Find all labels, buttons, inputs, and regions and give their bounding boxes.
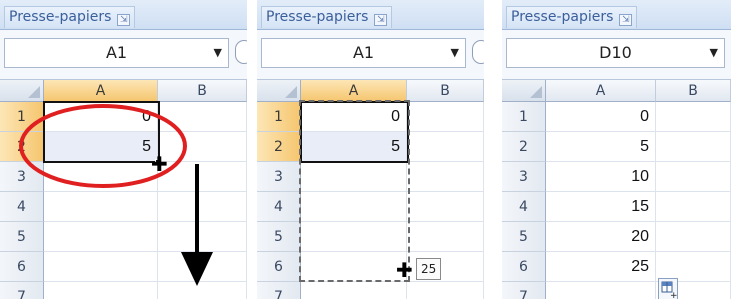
row-header-6[interactable]: 6 <box>257 252 301 282</box>
fill-value-tooltip: 25 <box>416 258 442 280</box>
svg-text:+: + <box>670 291 677 299</box>
cell-b5[interactable] <box>407 222 484 252</box>
row-header-1[interactable]: 1 <box>502 102 546 132</box>
excel-panel-dragging: Presse-papiers ⇲ A1 ▼ A B 1 2 3 4 5 6 7 0… <box>257 0 484 299</box>
row-header-4[interactable]: 4 <box>257 192 301 222</box>
chevron-down-icon[interactable]: ▼ <box>451 39 459 67</box>
row-header-3[interactable]: 3 <box>257 162 301 192</box>
worksheet-grid[interactable]: A B 1 2 3 4 5 6 7 0 5 ✚ 25 <box>257 80 484 299</box>
cell-b2[interactable] <box>656 132 731 162</box>
name-box-value: A1 <box>352 43 375 62</box>
formula-bar-row: A1 ▼ <box>257 30 484 80</box>
cell-a2[interactable]: 5 <box>546 132 656 162</box>
clipboard-group: Presse-papiers ⇲ <box>257 0 484 30</box>
red-circle-annotation <box>19 104 187 188</box>
row-header-2[interactable]: 2 <box>502 132 546 162</box>
formula-bar-edge[interactable] <box>472 40 484 64</box>
name-box[interactable]: D10 ▼ <box>506 38 725 68</box>
annotation-overlay <box>19 104 213 286</box>
row-header-2[interactable]: 2 <box>257 132 301 162</box>
column-header-a[interactable]: A <box>301 80 407 102</box>
clipboard-group: Presse-papiers ⇲ <box>502 0 731 30</box>
cell-b3[interactable] <box>656 162 731 192</box>
clipboard-group-tab[interactable]: Presse-papiers ⇲ <box>261 6 393 28</box>
worksheet-grid[interactable]: A B 1 2 3 4 5 6 7 0 5 10 15 20 25 + <box>502 80 731 299</box>
name-box[interactable]: A1 ▼ <box>261 38 466 68</box>
down-arrow-head-icon <box>181 252 213 286</box>
cell-a5[interactable]: 20 <box>546 222 656 252</box>
column-header-b[interactable]: B <box>656 80 731 102</box>
cell-b1[interactable] <box>407 102 484 132</box>
cell-b5[interactable] <box>656 222 731 252</box>
clipboard-label: Presse-papiers <box>266 9 369 25</box>
cell-b2[interactable] <box>407 132 484 162</box>
row-header-4[interactable]: 4 <box>502 192 546 222</box>
row-header-3[interactable]: 3 <box>502 162 546 192</box>
dialog-launcher-icon[interactable]: ⇲ <box>374 14 388 26</box>
fill-plus-cursor-icon: ✚ <box>396 258 413 282</box>
column-header-b[interactable]: B <box>407 80 484 102</box>
excel-panel-before-drag: Presse-papiers ⇲ A1 ▼ A B 1 2 3 4 5 6 7 0… <box>0 0 247 299</box>
select-all-corner[interactable] <box>257 80 301 102</box>
cell-a3[interactable]: 10 <box>546 162 656 192</box>
cell-a7[interactable] <box>301 282 407 299</box>
cell-b7[interactable] <box>407 282 484 299</box>
row-header-1[interactable]: 1 <box>257 102 301 132</box>
cell-b3[interactable] <box>407 162 484 192</box>
row-header-7[interactable]: 7 <box>502 282 546 299</box>
clipboard-group-tab[interactable]: Presse-papiers ⇲ <box>506 6 638 28</box>
cell-b4[interactable] <box>656 192 731 222</box>
row-header-6[interactable]: 6 <box>502 252 546 282</box>
autofill-options-icon[interactable]: + <box>658 278 678 299</box>
row-header-5[interactable]: 5 <box>257 222 301 252</box>
column-header-a[interactable]: A <box>546 80 656 102</box>
cell-a1[interactable]: 0 <box>546 102 656 132</box>
select-all-corner[interactable] <box>502 80 546 102</box>
cell-b1[interactable] <box>656 102 731 132</box>
clipboard-label: Presse-papiers <box>511 9 614 25</box>
fill-preview-range <box>299 100 410 282</box>
row-header-5[interactable]: 5 <box>502 222 546 252</box>
name-box-value: D10 <box>599 43 632 62</box>
cell-a7[interactable] <box>546 282 656 299</box>
dialog-launcher-icon[interactable]: ⇲ <box>619 14 633 26</box>
chevron-down-icon[interactable]: ▼ <box>710 39 718 67</box>
cell-a6[interactable]: 25 <box>546 252 656 282</box>
cell-b4[interactable] <box>407 192 484 222</box>
row-header-7[interactable]: 7 <box>257 282 301 299</box>
cell-a4[interactable]: 15 <box>546 192 656 222</box>
excel-panel-after-fill: Presse-papiers ⇲ D10 ▼ A B 1 2 3 4 5 6 7 … <box>502 0 731 299</box>
formula-bar-row: D10 ▼ <box>502 30 731 80</box>
